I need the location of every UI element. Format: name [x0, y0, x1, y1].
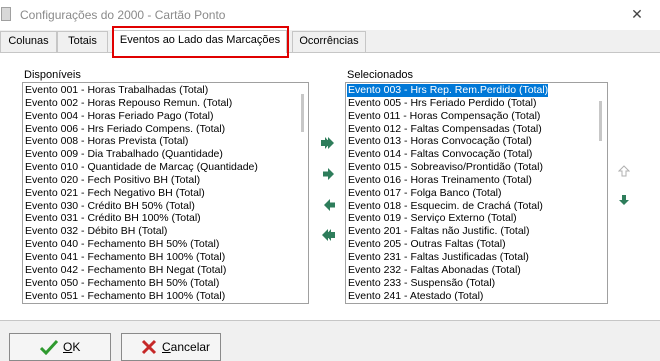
x-cancel-icon — [141, 339, 157, 355]
available-list-item[interactable]: Evento 040 - Fechamento BH 50% (Total) — [24, 238, 258, 251]
close-icon[interactable]: ✕ — [628, 6, 646, 22]
ok-mnemonic: O — [63, 340, 73, 354]
app-icon — [1, 7, 11, 21]
move-up-button[interactable] — [618, 165, 630, 177]
available-list-item[interactable]: Evento 004 - Horas Feriado Pago (Total) — [24, 110, 258, 123]
ok-button[interactable]: OK — [9, 333, 111, 361]
selected-list-item[interactable]: Evento 011 - Horas Compensação (Total) — [347, 110, 548, 123]
available-list-item[interactable]: Evento 030 - Crédito BH 50% (Total) — [24, 200, 258, 213]
arrow-down-icon — [619, 195, 629, 205]
selected-scrollbar-thumb[interactable] — [599, 101, 602, 141]
available-listbox[interactable]: Evento 001 - Horas Trabalhadas (Total) Ev… — [22, 82, 309, 304]
cancel-label-rest: ancelar — [170, 340, 211, 354]
selected-list-item[interactable]: Evento 014 - Faltas Convocação (Total) — [347, 148, 548, 161]
selected-list-item[interactable]: Evento 015 - Sobreaviso/Prontidão (Total… — [347, 161, 548, 174]
arrow-right-icon — [323, 168, 334, 180]
arrow-up-icon — [618, 165, 630, 177]
selected-list-item[interactable]: Evento 019 - Serviço Externo (Total) — [347, 212, 548, 225]
available-list-item[interactable]: Evento 009 - Dia Trabalhado (Quantidade) — [24, 148, 258, 161]
ok-button-label: OK — [63, 340, 80, 354]
cancel-button-label: Cancelar — [162, 340, 210, 354]
selected-list-label: Selecionados — [347, 69, 414, 81]
cancel-mnemonic: C — [162, 340, 171, 354]
available-items: Evento 001 - Horas Trabalhadas (Total) Ev… — [24, 84, 258, 302]
available-list-item[interactable]: Evento 010 - Quantidade de Marcaç (Quant… — [24, 161, 258, 174]
tab-totais[interactable]: Totais — [57, 31, 108, 52]
selected-listbox[interactable]: Evento 003 - Hrs Rep. Rem.Perdido (Total… — [345, 82, 608, 304]
tab-eventos-ao-lado-das-marcacoes[interactable]: Eventos ao Lado das Marcações — [113, 30, 287, 53]
remove-selected-button[interactable] — [322, 199, 336, 211]
selected-list-item[interactable]: Evento 012 - Faltas Compensadas (Total) — [347, 123, 548, 136]
ok-label-rest: K — [72, 340, 81, 354]
arrow-left-icon — [324, 199, 335, 211]
cancel-button[interactable]: Cancelar — [121, 333, 221, 361]
available-list-item[interactable]: Evento 041 - Fechamento BH 100% (Total) — [24, 251, 258, 264]
selected-list-item[interactable]: Evento 201 - Faltas não Justific. (Total… — [347, 225, 548, 238]
selected-items: Evento 003 - Hrs Rep. Rem.Perdido (Total… — [347, 84, 549, 303]
selected-list-item[interactable]: Evento 016 - Horas Treinamento (Total) — [347, 174, 548, 187]
footer-bar: OK Cancelar — [0, 320, 660, 361]
available-list-label: Disponíveis — [24, 69, 81, 81]
selected-list-item[interactable]: Evento 018 - Esquecim. de Crachá (Total) — [347, 200, 548, 213]
add-selected-button[interactable] — [322, 168, 336, 180]
tab-ocorrencias[interactable]: Ocorrências — [292, 31, 366, 52]
available-list-item[interactable]: Evento 050 - Fechamento BH 50% (Total) — [24, 277, 258, 290]
selected-list-item[interactable]: Evento 017 - Folga Banco (Total) — [347, 187, 548, 200]
selected-list-item[interactable]: Evento 233 - Suspensão (Total) — [347, 277, 548, 290]
add-all-button[interactable] — [321, 137, 335, 149]
available-list-item[interactable]: Evento 001 - Horas Trabalhadas (Total) — [24, 84, 258, 97]
tab-colunas[interactable]: Colunas — [0, 31, 57, 52]
selected-list-item[interactable]: Evento 013 - Horas Convocação (Total) — [347, 135, 548, 148]
selected-list-item[interactable]: Evento 231 - Faltas Justificadas (Total) — [347, 251, 548, 264]
selected-list-item[interactable]: Evento 232 - Faltas Abonadas (Total) — [347, 264, 548, 277]
available-list-item[interactable]: Evento 051 - Fechamento BH 100% (Total) — [24, 290, 258, 303]
selected-list-item[interactable]: Evento 005 - Hrs Feriado Perdido (Total) — [347, 97, 548, 110]
available-list-item[interactable]: Evento 032 - Débito BH (Total) — [24, 225, 258, 238]
available-list-item[interactable]: Evento 006 - Hrs Feriado Compens. (Total… — [24, 123, 258, 136]
move-down-button[interactable] — [618, 194, 630, 206]
selected-list-item[interactable]: Evento 241 - Atestado (Total) — [347, 290, 548, 303]
double-arrow-left-icon — [322, 229, 335, 241]
window-title: Configurações do 2000 - Cartão Ponto — [20, 8, 226, 22]
remove-all-button[interactable] — [321, 229, 335, 241]
tab-strip: Colunas Totais Eventos ao Lado das Marca… — [0, 30, 660, 53]
available-list-item[interactable]: Evento 008 - Horas Prevista (Total) — [24, 135, 258, 148]
available-list-item[interactable]: Evento 020 - Fech Positivo BH (Total) — [24, 174, 258, 187]
available-list-item[interactable]: Evento 002 - Horas Repouso Remun. (Total… — [24, 97, 258, 110]
available-list-item[interactable]: Evento 031 - Crédito BH 100% (Total) — [24, 212, 258, 225]
selected-list-item[interactable]: Evento 003 - Hrs Rep. Rem.Perdido (Total… — [347, 84, 549, 97]
title-bar: Configurações do 2000 - Cartão Ponto ✕ — [0, 0, 660, 30]
available-list-item[interactable]: Evento 021 - Fech Negativo BH (Total) — [24, 187, 258, 200]
selected-list-item[interactable]: Evento 205 - Outras Faltas (Total) — [347, 238, 548, 251]
double-arrow-right-icon — [321, 137, 334, 149]
available-list-item[interactable]: Evento 042 - Fechamento BH Negat (Total) — [24, 264, 258, 277]
available-scrollbar-thumb[interactable] — [301, 94, 304, 132]
checkmark-icon — [40, 339, 58, 355]
